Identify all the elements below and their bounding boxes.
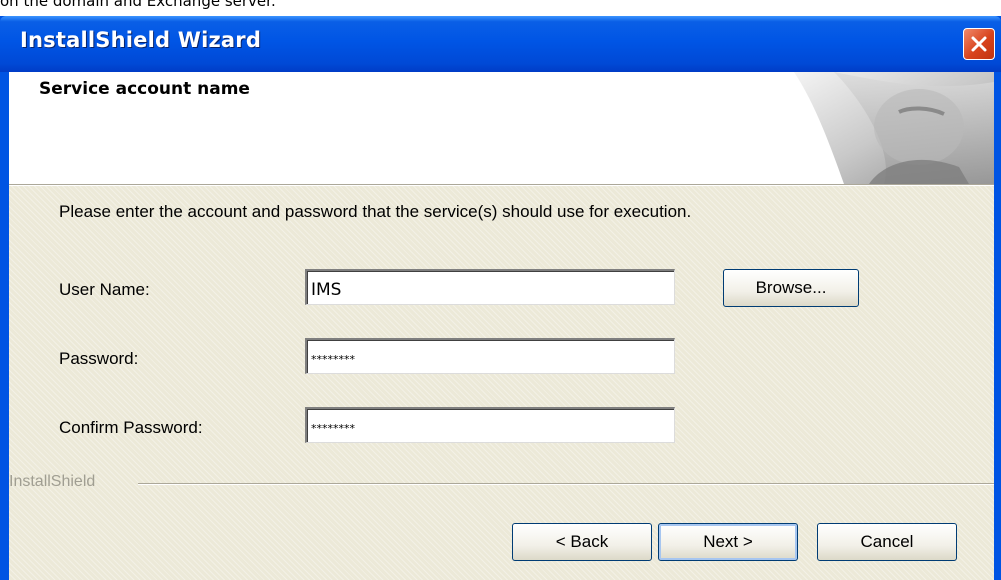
back-button[interactable]: < Back [512, 523, 652, 561]
title-bar[interactable]: InstallShield Wizard [0, 16, 1001, 72]
confirm-password-input[interactable] [305, 407, 675, 443]
browse-button-label: Browse... [755, 278, 827, 297]
next-button-label: Next > [703, 532, 753, 551]
instructions-text: Please enter the account and password th… [59, 202, 692, 221]
close-button[interactable] [963, 28, 995, 60]
browse-button[interactable]: Browse... [723, 269, 859, 307]
window-title: InstallShield Wizard [20, 28, 262, 52]
confirm-password-label: Confirm Password: [59, 418, 203, 437]
window-frame-right [994, 72, 1001, 580]
window-frame-left [0, 72, 9, 580]
password-input[interactable] [305, 338, 675, 374]
user-name-input[interactable] [305, 269, 675, 305]
header-title: Service account name [39, 79, 250, 99]
password-label: Password: [59, 349, 139, 368]
wizard-header: Service account name [9, 72, 994, 184]
user-name-label: User Name: [59, 280, 150, 299]
header-graphic [794, 72, 994, 184]
back-button-label: < Back [555, 532, 609, 551]
group-divider [138, 483, 994, 485]
cancel-button[interactable]: Cancel [817, 523, 957, 561]
cancel-button-label: Cancel [860, 532, 914, 551]
installshield-window: InstallShield Wizard Service account nam… [0, 16, 1001, 580]
close-icon [971, 36, 987, 52]
next-button[interactable]: Next > [658, 523, 798, 561]
wizard-body: Please enter the account and password th… [9, 186, 994, 580]
page-caption: on the domain and Exchange server. [0, 0, 276, 10]
installshield-group-label: InstallShield [9, 473, 96, 490]
